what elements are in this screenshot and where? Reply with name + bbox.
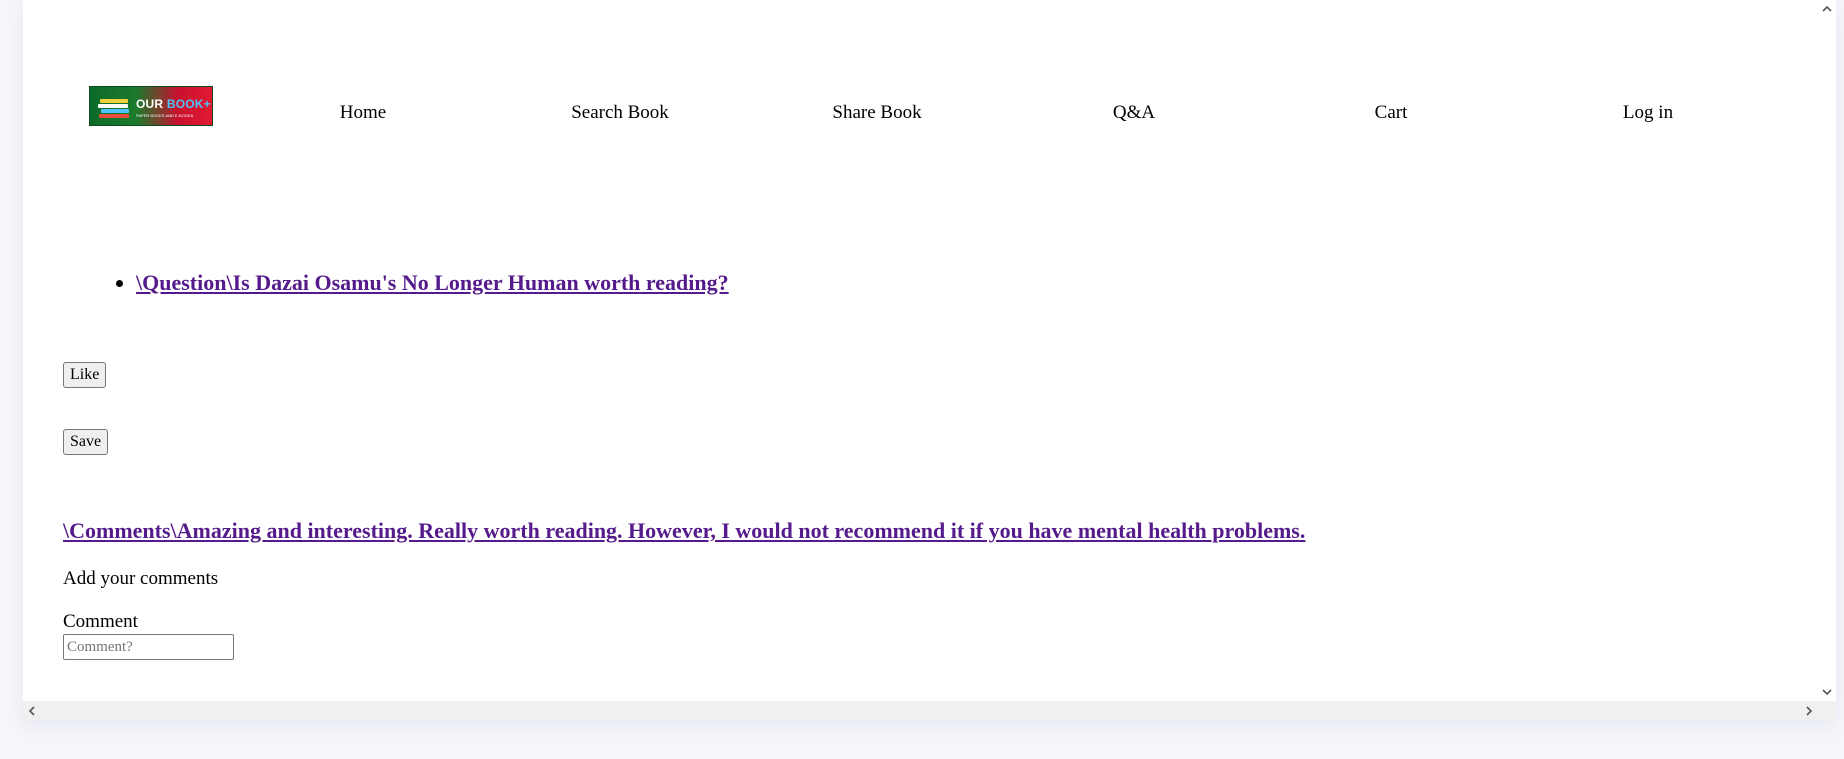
like-button[interactable]: Like [63,362,107,388]
vertical-scrollbar[interactable] [1818,0,1836,701]
browser-window: OUR BOOK+ PAPER BOOKS AND E-BOOKS Home S… [23,0,1836,720]
logo-brand-accent: BOOK+ [166,97,211,111]
comment-link[interactable]: \Comments\Amazing and interesting. Reall… [63,518,1305,544]
nav-search-book[interactable]: Search Book [571,102,669,124]
page-viewport: OUR BOOK+ PAPER BOOKS AND E-BOOKS Home S… [23,0,1818,701]
comment-field-label: Comment [63,611,138,632]
chevron-right-icon[interactable] [1802,704,1816,718]
chevron-left-icon[interactable] [25,704,39,718]
add-comments-heading: Add your comments [63,568,219,589]
nav-share-book[interactable]: Share Book [832,102,921,124]
nav-home[interactable]: Home [340,102,386,124]
nav-log-in[interactable]: Log in [1623,102,1673,124]
question-list-item: \Question\Is Dazai Osamu's No Longer Hum… [136,270,729,296]
chevron-down-icon[interactable] [1820,685,1834,699]
nav-qa[interactable]: Q&A [1113,102,1155,124]
horizontal-scrollbar[interactable] [23,701,1836,720]
chevron-up-icon[interactable] [1820,2,1834,16]
stacked-books-icon [98,99,129,118]
nav-cart[interactable]: Cart [1375,102,1408,124]
site-logo[interactable]: OUR BOOK+ PAPER BOOKS AND E-BOOKS [89,86,213,126]
logo-wordmark: OUR BOOK+ [136,97,211,111]
logo-brand-main: OUR [136,97,164,111]
question-link[interactable]: \Question\Is Dazai Osamu's No Longer Hum… [136,270,729,295]
logo-tagline: PAPER BOOKS AND E-BOOKS [136,113,194,118]
comment-input[interactable] [63,634,234,660]
save-button[interactable]: Save [63,429,109,455]
question-list: \Question\Is Dazai Osamu's No Longer Hum… [90,270,729,296]
